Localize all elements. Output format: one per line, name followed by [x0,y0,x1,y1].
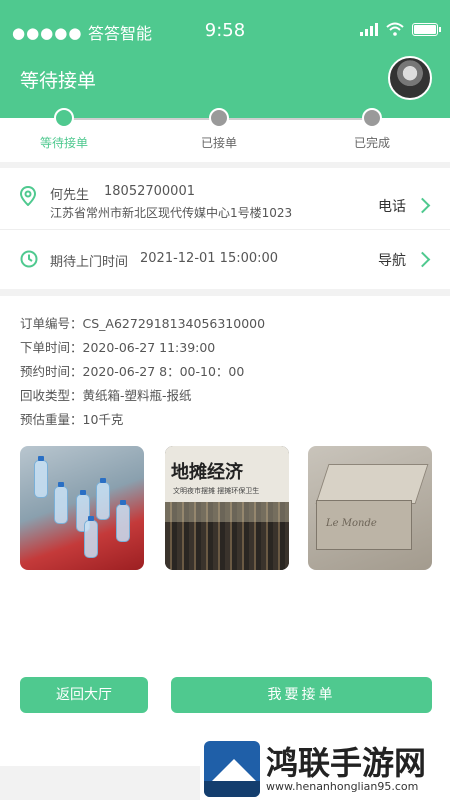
step-dot-icon [209,108,229,128]
step-dot-icon [362,108,382,128]
order-estimated-weight: 预估重量：10千克 [20,412,124,427]
contact-row[interactable]: 何先生 18052700001 江苏省常州市新北区现代传媒中心1号楼1023 电… [0,168,450,230]
plastic-bottles-photo[interactable] [20,446,144,570]
navigate-button[interactable]: 导航 [378,250,406,270]
eta-label: 期待上门时间 [50,255,129,270]
accept-order-button[interactable]: 我要接单 [171,677,432,713]
location-pin-icon [20,186,36,206]
back-to-lobby-button[interactable]: 返回大厅 [20,677,148,713]
customer-phone: 18052700001 [104,184,195,199]
wifi-icon [386,22,404,36]
clock-icon [20,250,38,268]
system-icons [360,22,441,36]
watermark-text: 鸿联手游网 [266,744,427,782]
step-accepted: 已接单 [169,108,269,151]
step-completed: 已完成 [322,108,422,151]
page-title: 等待接单 [20,70,97,92]
watermark: 鸿联手游网 www.henanhonglian95.com [200,738,450,800]
chevron-right-icon[interactable] [414,197,431,214]
order-recycle-type: 回收类型：黄纸箱-塑料瓶-报纸 [20,388,192,403]
order-progress-steps: 等待接单 已接单 已完成 [0,108,450,162]
order-number: 订单编号：CS_A6272918134056310000 [20,316,266,331]
customer-address: 江苏省常州市新北区现代传媒中心1号楼1023 [50,206,293,220]
step-dot-icon [54,108,74,128]
chevron-right-icon[interactable] [414,251,431,268]
watermark-logo-icon [204,741,260,797]
watermark-url: www.henanhonglian95.com [266,780,419,793]
step-label: 已完成 [353,136,390,150]
status-bar: ●●●●● 答答智能 9:58 [0,0,450,60]
call-button[interactable]: 电话 [378,196,406,216]
cellular-signal-icon [360,22,378,36]
newspaper-photo[interactable]: 地摊经济 文明夜市摆摊 摆摊环保卫生 [165,446,289,570]
newspaper-headline: 地摊经济 [171,462,243,483]
contact-card: 何先生 18052700001 江苏省常州市新北区现代传媒中心1号楼1023 电… [0,168,450,289]
step-label: 等待接单 [39,136,88,150]
battery-icon [412,22,441,36]
box-print-text: Le Monde [326,518,377,529]
order-created-time: 下单时间：2020-06-27 11:39:00 [20,340,216,355]
step-waiting: 等待接单 [14,108,114,151]
order-appointment-time: 预约时间：2020-06-27 8：00-10：00 [20,364,245,379]
newspaper-subline: 文明夜市摆摊 摆摊环保卫生 [173,487,260,495]
eta-row[interactable]: 期待上门时间 2021-12-01 15:00:00 导航 [0,231,450,289]
step-label: 已接单 [200,136,237,150]
eta-value: 2021-12-01 15:00:00 [140,251,279,266]
order-info-list: 订单编号：CS_A6272918134056310000 下单时间：2020-0… [20,312,265,432]
user-avatar[interactable] [388,56,432,100]
cardboard-box-photo[interactable]: Le Monde [308,446,432,570]
customer-name: 何先生 [50,188,90,203]
